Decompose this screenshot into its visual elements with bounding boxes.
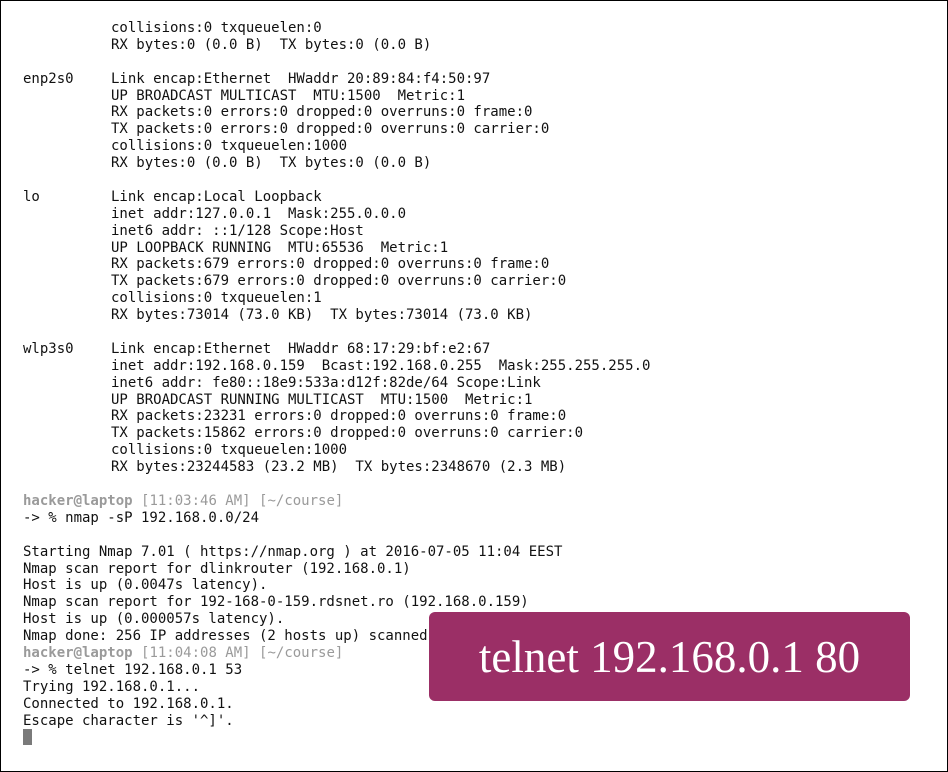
prompt-user: hacker@laptop	[23, 492, 133, 509]
iface-detail: TX packets:679 errors:0 dropped:0 overru…	[111, 273, 567, 290]
iface-name: enp2s0	[23, 70, 74, 87]
terminal-line: collisions:0 txqueuelen:0	[111, 20, 322, 36]
iface-detail: RX bytes:73014 (73.0 KB) TX bytes:73014 …	[111, 307, 533, 324]
cursor-line	[23, 729, 939, 746]
iface-detail: TX packets:15862 errors:0 dropped:0 over…	[111, 425, 584, 442]
iface-detail: Link encap:Local Loopback	[111, 188, 322, 205]
iface-detail: TX packets:0 errors:0 dropped:0 overruns…	[111, 121, 550, 138]
telnet-output-line: Escape character is '^]'.	[23, 712, 234, 729]
terminal-cursor	[23, 729, 32, 746]
iface-detail: inet addr:127.0.0.1 Mask:255.0.0.0	[111, 205, 407, 222]
iface-detail: Link encap:Ethernet HWaddr 68:17:29:bf:e…	[111, 340, 491, 357]
screenshot-frame: collisions:0 txqueuelen:0 RX bytes:0 (0.…	[0, 0, 948, 772]
shell-prompt: hacker@laptop [11:03:46 AM] [~/course]	[23, 493, 939, 510]
iface-name: lo	[23, 188, 40, 205]
terminal-line: RX bytes:0 (0.0 B) TX bytes:0 (0.0 B)	[111, 36, 432, 53]
iface-detail: UP LOOPBACK RUNNING MTU:65536 Metric:1	[111, 239, 449, 256]
iface-name: wlp3s0	[23, 340, 74, 357]
iface-detail: inet6 addr: fe80::18e9:533a:d12f:82de/64…	[111, 374, 541, 391]
iface-detail: UP BROADCAST MULTICAST MTU:1500 Metric:1	[111, 87, 466, 104]
iface-detail: UP BROADCAST RUNNING MULTICAST MTU:1500 …	[111, 391, 533, 408]
iface-detail: inet addr:192.168.0.159 Bcast:192.168.0.…	[111, 357, 651, 374]
prompt-time: [11:04:08 AM]	[141, 644, 251, 661]
iface-detail: collisions:0 txqueuelen:1000	[111, 138, 348, 155]
nmap-output-line: Host is up (0.0047s latency).	[23, 577, 268, 594]
iface-detail: RX bytes:23244583 (23.2 MB) TX bytes:234…	[111, 459, 567, 476]
nmap-output-line: Nmap scan report for dlinkrouter (192.16…	[23, 560, 411, 577]
iface-detail: collisions:0 txqueuelen:1000	[111, 442, 348, 459]
prompt-user: hacker@laptop	[23, 644, 133, 661]
nmap-output-line: Nmap scan report for 192-168-0-159.rdsne…	[23, 594, 529, 611]
iface-detail: RX packets:23231 errors:0 dropped:0 over…	[111, 408, 567, 425]
prompt-dir: [~/course]	[259, 644, 344, 661]
iface-detail: inet6 addr: ::1/128 Scope:Host	[111, 222, 364, 239]
iface-detail: RX packets:0 errors:0 dropped:0 overruns…	[111, 104, 533, 121]
iface-detail: RX packets:679 errors:0 dropped:0 overru…	[111, 256, 550, 273]
iface-wlp3s0-line: wlp3s0 Link encap:Ethernet HWaddr 68:17:2…	[23, 341, 939, 358]
prompt-time: [11:03:46 AM]	[141, 492, 251, 509]
iface-lo-line: lo Link encap:Local Loopback	[23, 189, 939, 206]
caption-text: telnet 192.168.0.1 80	[478, 631, 861, 682]
iface-enp2s0-line: enp2s0 Link encap:Ethernet HWaddr 20:89:8…	[23, 71, 939, 88]
command-line: -> % nmap -sP 192.168.0.0/24	[23, 509, 260, 526]
iface-detail: collisions:0 txqueuelen:1	[111, 290, 322, 307]
nmap-output-line: Starting Nmap 7.01 ( https://nmap.org ) …	[23, 543, 563, 560]
command-caption-overlay: telnet 192.168.0.1 80	[429, 612, 910, 701]
prompt-dir: [~/course]	[259, 492, 344, 509]
iface-detail: Link encap:Ethernet HWaddr 20:89:84:f4:5…	[111, 70, 491, 87]
iface-detail: RX bytes:0 (0.0 B) TX bytes:0 (0.0 B)	[111, 155, 432, 172]
